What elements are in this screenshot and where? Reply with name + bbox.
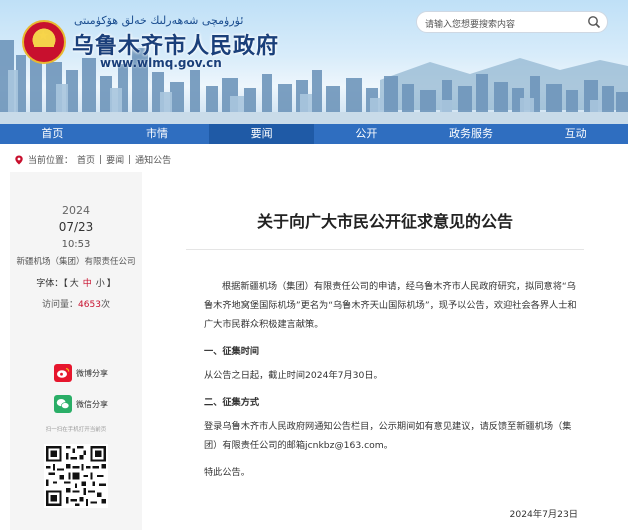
weibo-share-label: 微博分享 xyxy=(76,368,108,378)
nav-item-news[interactable]: 要闻 xyxy=(209,124,315,144)
font-size-bracket-close: 】 xyxy=(106,279,116,289)
font-size-bracket-open: 【 xyxy=(63,279,68,289)
uyghur-title: ئۈرۈمچى شەھەرلىك خەلق ھۆكۈمىتى xyxy=(74,14,244,27)
article-paragraph: 根据新疆机场（集团）有限责任公司的申请，经乌鲁木齐市人民政府研究，拟同意将“乌鲁… xyxy=(204,281,577,330)
article-title: 关于向广大市民公开征求意见的公告 xyxy=(256,212,513,231)
section-heading: 一、征集时间 xyxy=(204,346,260,357)
breadcrumb-label: 当前位置： xyxy=(28,156,74,166)
views-label: 访问量： xyxy=(42,300,79,310)
article-source: 新疆机场（集团）有限责任公司 xyxy=(16,257,136,267)
site-header: ★ ئۈرۈمچى شەھەرلىك خەلق ھۆكۈمىتى 乌鲁木齐市人民… xyxy=(0,0,628,124)
search-box xyxy=(416,11,608,35)
article-meta-panel: 2024 07/23 10:53 新疆机场（集团）有限责任公司 字体：【大中小】… xyxy=(10,172,142,530)
font-size-large[interactable]: 大 xyxy=(70,279,79,289)
article-content: 关于向广大市民公开征求意见的公告 根据新疆机场（集团）有限责任公司的申请，经乌鲁… xyxy=(142,172,628,530)
breadcrumb-news[interactable]: 要闻 xyxy=(106,153,124,166)
publish-time: 10:53 xyxy=(61,239,91,250)
publish-year: 2024 xyxy=(62,204,90,217)
breadcrumb: 当前位置： 首页 | 要闻 | 通知公告 xyxy=(14,153,171,166)
article-closing: 特此公告。 xyxy=(204,467,250,478)
breadcrumb-separator: | xyxy=(99,154,103,165)
signature-date: 2024年7月23日 xyxy=(509,509,578,520)
font-size-medium[interactable]: 中 xyxy=(83,279,92,289)
nav-item-public[interactable]: 公开 xyxy=(314,124,419,144)
wechat-share-label: 微信分享 xyxy=(76,399,108,409)
nav-item-city-info[interactable]: 市情 xyxy=(105,124,210,144)
breadcrumb-separator: | xyxy=(128,154,132,165)
search-icon[interactable] xyxy=(587,15,601,29)
view-count: 访问量：4653次 xyxy=(10,297,142,310)
qr-code xyxy=(44,444,108,508)
breadcrumb-home[interactable]: 首页 xyxy=(77,153,95,166)
main-nav: 首页 市情 要闻 公开 政务服务 互动 xyxy=(0,124,628,144)
publish-date: 07/23 xyxy=(58,220,94,234)
nav-item-home[interactable]: 首页 xyxy=(0,124,105,144)
weibo-icon xyxy=(54,364,72,382)
breadcrumb-notices[interactable]: 通知公告 xyxy=(135,153,171,166)
article-paragraph: 从公告之日起，截止时间2024年7月30日。 xyxy=(204,370,383,381)
site-url: www.wlmq.gov.cn xyxy=(100,56,222,70)
views-number: 4653 xyxy=(78,300,101,310)
font-size-label: 字体： xyxy=(36,279,64,289)
wechat-share-button[interactable]: 微信分享 xyxy=(54,395,108,413)
search-input[interactable] xyxy=(425,15,585,35)
font-size-small[interactable]: 小 xyxy=(96,279,105,289)
location-pin-icon xyxy=(15,155,23,164)
section-heading: 二、征集方式 xyxy=(204,397,260,408)
title-divider xyxy=(186,249,584,250)
weibo-share-button[interactable]: 微博分享 xyxy=(54,364,108,382)
scan-hint: 扫一扫在手机打开当前页 xyxy=(45,427,107,433)
nav-item-services[interactable]: 政务服务 xyxy=(419,124,524,144)
national-emblem-icon[interactable]: ★ xyxy=(22,20,66,64)
nav-item-interaction[interactable]: 互动 xyxy=(523,124,628,144)
views-unit: 次 xyxy=(100,300,110,310)
article-paragraph: 登录乌鲁木齐市人民政府网通知公告栏目，公示期间如有意见建议，请反馈至新疆机场（集… xyxy=(204,421,572,451)
wechat-icon xyxy=(54,395,72,413)
font-size-control: 字体：【大中小】 xyxy=(10,276,142,289)
